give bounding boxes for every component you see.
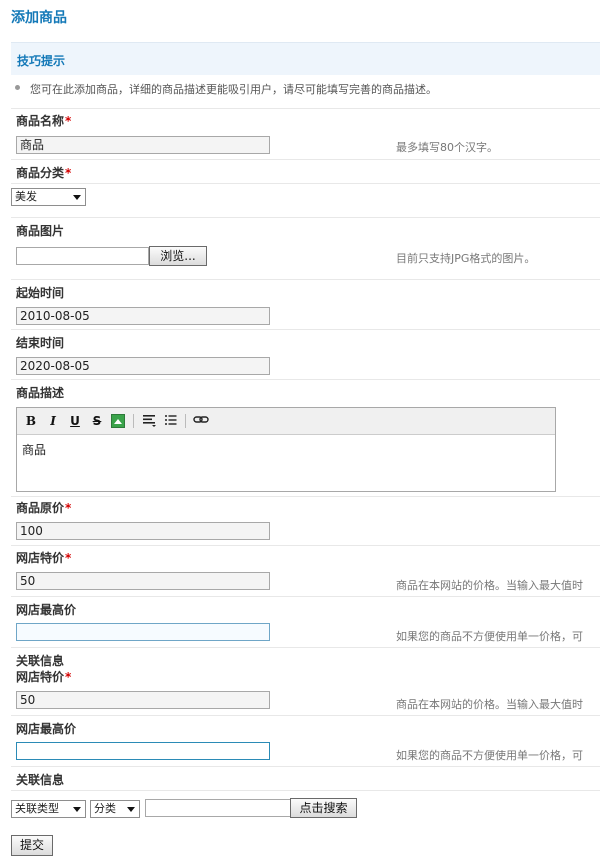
required-mark: * <box>65 114 72 128</box>
original-price-label: 商品原价* <box>16 499 71 516</box>
tips-title: 技巧提示 <box>17 54 66 68</box>
image-label: 商品图片 <box>16 224 65 238</box>
tips-row: 您可在此添加商品，详细的商品描述更能吸引用户，请尽可能填写完善的商品描述。 <box>11 76 600 106</box>
browse-button[interactable]: 浏览... <box>149 246 207 266</box>
category-label-text: 商品分类 <box>16 166 65 180</box>
max-price-label: 网店最高价 <box>16 603 77 617</box>
relation-type-select[interactable]: 关联类型 <box>11 800 86 818</box>
max-price-input[interactable] <box>16 623 270 641</box>
max-price-hint-2: 如果您的商品不方便使用单一价格，可 <box>396 749 583 762</box>
category-select-value: 美发 <box>15 190 37 203</box>
special-price-label-2-text: 网店特价 <box>16 670 65 684</box>
required-mark: * <box>65 670 72 684</box>
name-label: 商品名称* <box>16 112 71 129</box>
editor-toolbar: B I U S <box>17 408 555 435</box>
name-input[interactable]: 商品 <box>16 136 270 154</box>
divider <box>11 217 600 218</box>
chevron-down-icon <box>73 807 81 812</box>
special-price-hint-2: 商品在本网站的价格。当输入最大值时 <box>396 698 583 711</box>
bullet-icon <box>15 85 20 90</box>
page-title: 添加商品 <box>11 10 67 26</box>
insert-image-icon[interactable] <box>111 414 125 428</box>
divider <box>11 596 600 597</box>
special-price-input[interactable]: 50 <box>16 572 270 590</box>
submit-button[interactable]: 提交 <box>11 835 53 856</box>
special-price-label-text: 网店特价 <box>16 551 65 565</box>
special-price-label: 网店特价* <box>16 549 71 566</box>
max-price-hint: 如果您的商品不方便使用单一价格，可 <box>396 630 583 643</box>
start-time-input[interactable]: 2010-08-05 <box>16 307 270 325</box>
divider <box>11 108 600 109</box>
image-hint: 目前只支持JPG格式的图片。 <box>396 252 536 265</box>
chevron-down-icon <box>127 807 135 812</box>
divider <box>11 279 600 280</box>
description-label: 商品描述 <box>16 386 65 400</box>
special-price-hint: 商品在本网站的价格。当输入最大值时 <box>396 579 583 592</box>
start-time-label: 起始时间 <box>16 286 65 300</box>
end-time-input[interactable]: 2020-08-05 <box>16 357 270 375</box>
toolbar-divider <box>133 414 134 428</box>
relation-type-value: 关联类型 <box>15 802 59 815</box>
italic-button[interactable]: I <box>45 413 61 429</box>
description-editor[interactable]: B I U S 商品 <box>16 407 556 492</box>
divider <box>11 496 600 497</box>
tips-bar: 技巧提示 <box>11 42 600 75</box>
divider <box>11 647 600 648</box>
related-info-label: 关联信息 <box>16 654 65 668</box>
relation-category-select[interactable]: 分类 <box>90 800 140 818</box>
chevron-down-icon <box>73 195 81 200</box>
special-price-input-2[interactable]: 50 <box>16 691 270 709</box>
link-icon[interactable] <box>193 413 209 429</box>
category-select[interactable]: 美发 <box>11 188 86 206</box>
list-icon[interactable] <box>163 413 179 429</box>
search-button[interactable]: 点击搜索 <box>290 798 357 818</box>
image-file-input[interactable] <box>16 247 149 265</box>
divider <box>11 790 600 791</box>
required-mark: * <box>65 166 72 180</box>
required-mark: * <box>65 501 72 515</box>
divider <box>11 715 600 716</box>
toolbar-divider <box>185 414 186 428</box>
underline-button[interactable]: U <box>67 413 83 429</box>
relation-category-value: 分类 <box>94 802 116 815</box>
original-price-label-text: 商品原价 <box>16 501 65 515</box>
bold-button[interactable]: B <box>23 413 39 429</box>
divider <box>11 545 600 546</box>
tips-text: 您可在此添加商品，详细的商品描述更能吸引用户，请尽可能填写完善的商品描述。 <box>30 83 437 96</box>
special-price-label-2: 网店特价* <box>16 668 71 685</box>
align-icon[interactable] <box>141 413 157 429</box>
name-hint: 最多填写80个汉字。 <box>396 141 498 154</box>
divider <box>11 766 600 767</box>
related-info-label-2: 关联信息 <box>16 773 65 787</box>
category-label: 商品分类* <box>16 164 71 181</box>
divider <box>11 159 600 160</box>
strikethrough-button[interactable]: S <box>89 413 105 429</box>
max-price-label-2: 网店最高价 <box>16 722 77 736</box>
original-price-input[interactable]: 100 <box>16 522 270 540</box>
divider <box>11 183 600 184</box>
divider <box>11 379 600 380</box>
divider <box>11 329 600 330</box>
search-input[interactable] <box>145 799 292 817</box>
required-mark: * <box>65 551 72 565</box>
max-price-input-2[interactable] <box>16 742 270 760</box>
end-time-label: 结束时间 <box>16 336 65 350</box>
name-label-text: 商品名称 <box>16 114 65 128</box>
editor-content[interactable]: 商品 <box>22 441 46 458</box>
